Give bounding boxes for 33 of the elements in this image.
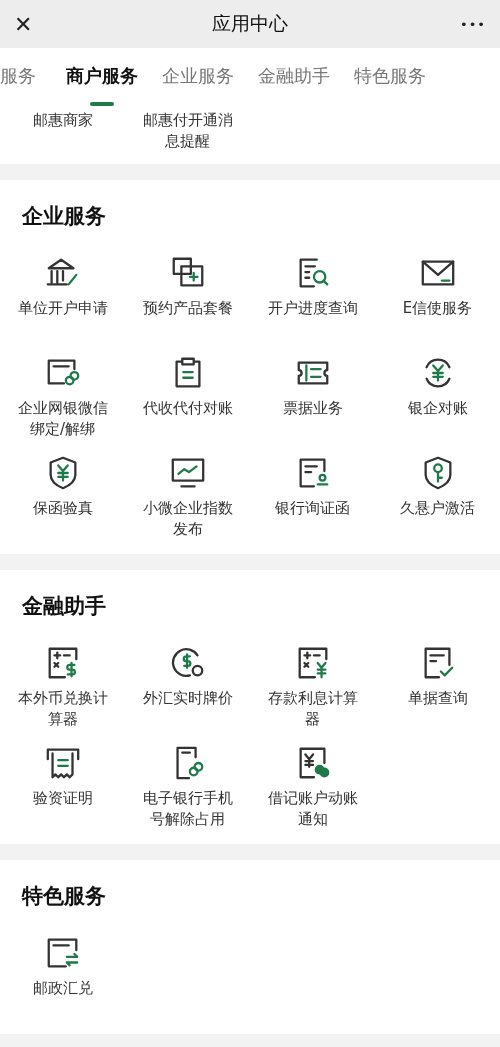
service-label[interactable]: 银行询证函 [262, 498, 363, 519]
section-title: 企业服务 [21, 203, 107, 230]
section-title: 特色服务 [20, 883, 107, 910]
service-label[interactable]: 预约产品套餐 [137, 298, 238, 319]
service-label[interactable]: 银企对账 [387, 398, 488, 419]
category-tab[interactable]: 商户服务 [66, 48, 138, 110]
service-label[interactable]: 借记账户动账通知 [262, 788, 363, 830]
category-tab[interactable]: 特色服务 [354, 48, 426, 110]
category-tab[interactable]: 金融助手 [258, 48, 330, 110]
service-label[interactable]: 小微企业指数发布 [137, 498, 238, 540]
service-label[interactable]: 存款利息计算器 [262, 688, 363, 730]
service-label[interactable]: 票据业务 [262, 398, 363, 419]
category-tab[interactable]: 服务 [0, 48, 36, 110]
service-label[interactable]: 开户进度查询 [262, 298, 363, 319]
more-button[interactable]: ••• [446, 16, 486, 32]
service-label[interactable]: 代收代付对账 [137, 398, 238, 419]
service-label[interactable]: 邮惠商家 [12, 110, 113, 152]
service-label[interactable]: 单据查询 [387, 688, 488, 709]
section-title: 金融助手 [21, 593, 107, 620]
service-label[interactable]: 单位开户申请 [12, 298, 113, 319]
close-button[interactable]: ✕ [14, 11, 54, 37]
service-label[interactable]: 邮惠付开通消息提醒 [137, 110, 238, 152]
service-label[interactable]: 电子银行手机号解除占用 [137, 788, 238, 830]
service-label[interactable]: E信使服务 [387, 298, 488, 319]
service-label[interactable]: 久悬户激活 [387, 498, 488, 519]
service-label[interactable]: 外汇实时牌价 [137, 688, 238, 709]
service-label[interactable]: 验资证明 [12, 788, 113, 809]
page-title: 应用中心 [212, 11, 288, 36]
service-label[interactable]: 保函验真 [12, 498, 113, 519]
service-label[interactable]: 邮政汇兑 [12, 978, 113, 999]
service-label[interactable]: 本外币兑换计算器 [12, 688, 113, 730]
service-label[interactable]: 企业网银微信绑定/解绑 [12, 398, 113, 440]
category-tab[interactable]: 企业服务 [162, 48, 234, 110]
